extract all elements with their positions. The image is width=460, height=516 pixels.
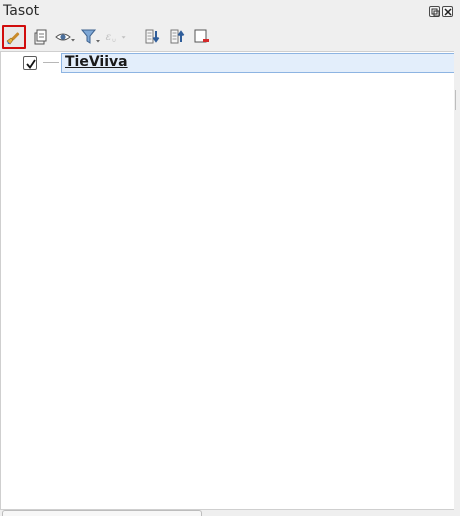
expression-filter-icon: ε ∪ xyxy=(106,31,126,44)
expand-all-icon xyxy=(145,29,160,44)
filter-legend-button[interactable] xyxy=(79,25,103,49)
layer-row[interactable]: TieViiva xyxy=(1,52,455,73)
svg-text:ε: ε xyxy=(106,31,112,43)
close-panel-button[interactable] xyxy=(442,6,453,17)
filter-funnel-icon xyxy=(80,29,100,44)
layer-visibility-checkbox[interactable] xyxy=(23,56,37,70)
filter-by-expression-button[interactable]: ε ∪ xyxy=(104,25,128,49)
panel-titlebar: Tasot xyxy=(0,0,460,22)
float-panel-button[interactable] xyxy=(429,6,440,17)
bottom-dock-tab[interactable] xyxy=(2,510,202,516)
layer-tree[interactable]: TieViiva xyxy=(0,51,456,510)
remove-layer-button[interactable] xyxy=(190,25,214,49)
eye-visibility-icon xyxy=(55,33,75,42)
style-manager-button[interactable] xyxy=(2,25,26,49)
layer-name[interactable]: TieViiva xyxy=(65,54,128,70)
paintbrush-style-icon xyxy=(6,32,20,45)
svg-text:∪: ∪ xyxy=(112,38,116,44)
add-group-button[interactable] xyxy=(28,25,52,49)
manage-visibility-button[interactable] xyxy=(53,25,77,49)
checkmark-icon xyxy=(26,59,36,69)
layers-panel: Tasot ε ∪ TieViiva xyxy=(0,0,460,516)
collapse-all-button[interactable] xyxy=(165,25,189,49)
line-symbol-icon xyxy=(43,62,59,63)
float-icon xyxy=(431,8,440,17)
layers-toolbar: ε ∪ xyxy=(0,24,460,50)
collapse-all-icon xyxy=(170,29,185,44)
add-group-icon xyxy=(34,29,47,45)
panel-title: Tasot xyxy=(3,3,40,19)
remove-layer-icon xyxy=(194,29,209,43)
close-icon xyxy=(444,8,452,16)
tree-splitter-handle[interactable] xyxy=(455,90,456,110)
tree-scroll-edge xyxy=(454,51,460,510)
expand-all-button[interactable] xyxy=(140,25,164,49)
